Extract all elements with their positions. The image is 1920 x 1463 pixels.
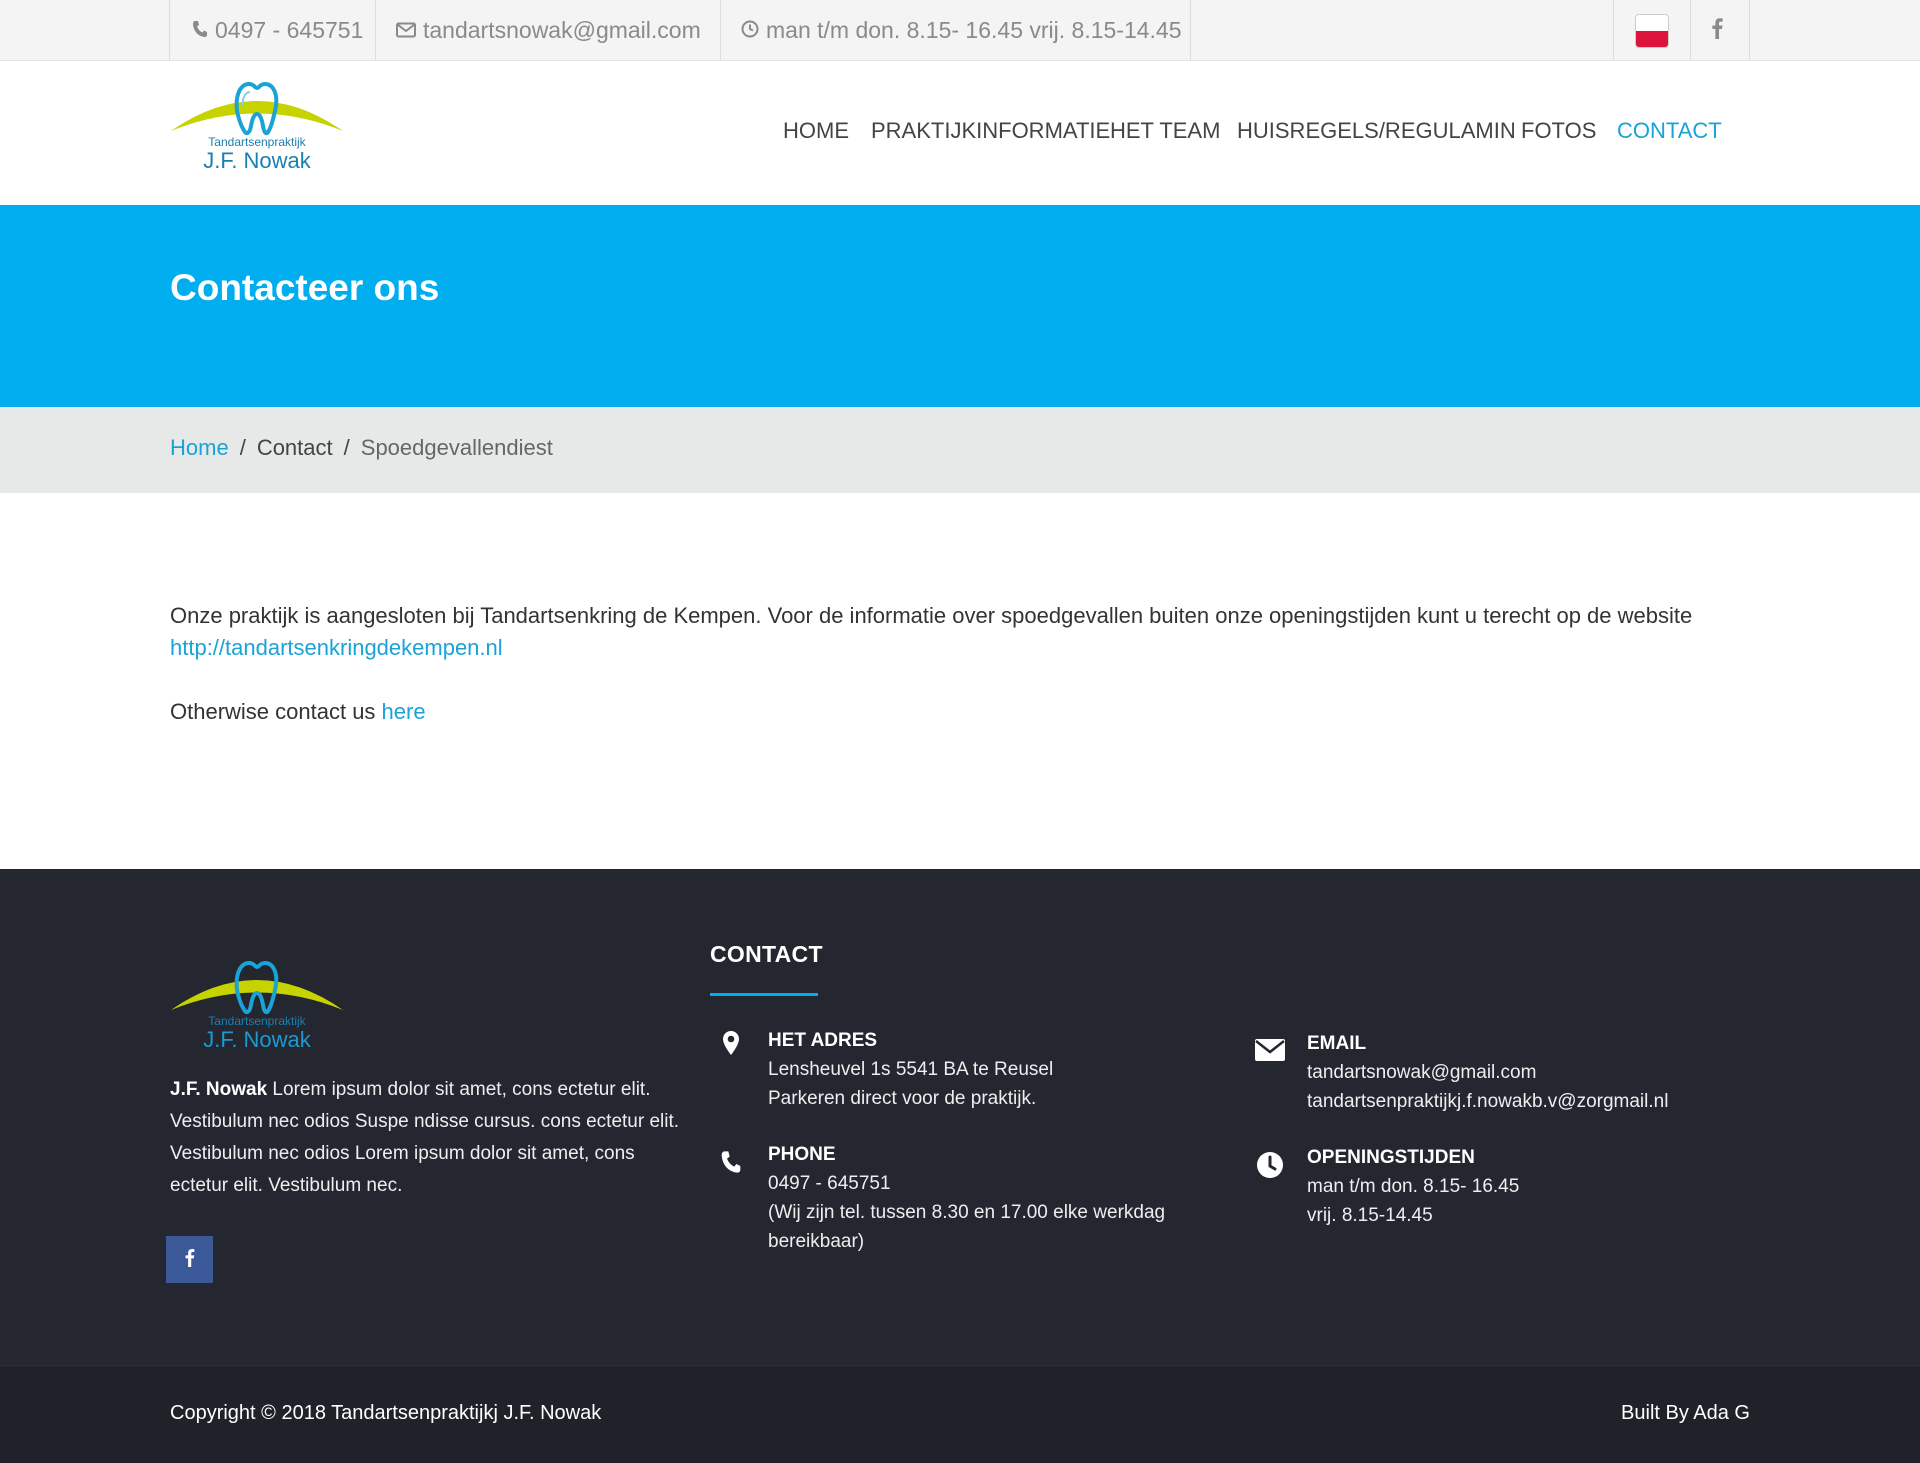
tandartsenkring-link[interactable]: http://tandartsenkringdekempen.nl xyxy=(170,635,503,660)
envelope-icon xyxy=(1253,1039,1287,1061)
phone-icon xyxy=(714,1150,748,1174)
topbar-email-text: tandartsnowak@gmail.com xyxy=(423,17,701,43)
site-footer: Tandartsenpraktijk J.F. Nowak J.F. Nowak… xyxy=(0,869,1920,1365)
map-pin-icon xyxy=(714,1030,748,1056)
topbar-email[interactable]: tandartsnowak@gmail.com xyxy=(375,0,720,61)
footer-about-name: J.F. Nowak xyxy=(170,1079,268,1100)
footer-contact-heading: CONTACT xyxy=(710,941,823,967)
nav-fotos[interactable]: FOTOS xyxy=(1521,118,1596,144)
breadcrumb-contact[interactable]: Contact xyxy=(257,435,333,461)
site-header: Tandartsenpraktijk J.F. Nowak HOME PRAKT… xyxy=(0,61,1920,205)
contact-paragraph: Otherwise contact us here xyxy=(170,696,1750,728)
footer-logo[interactable]: Tandartsenpraktijk J.F. Nowak xyxy=(169,955,345,1055)
breadcrumb-separator: / xyxy=(343,435,350,460)
email-heading: EMAIL xyxy=(1307,1033,1367,1054)
site-logo[interactable]: Tandartsenpraktijk J.F. Nowak xyxy=(169,76,345,176)
clock-icon xyxy=(741,17,766,44)
topbar-phone[interactable]: 0497 - 645751 xyxy=(169,0,375,61)
breadcrumb-bar: Home / Contact / Spoedgevallendiest xyxy=(0,407,1920,493)
address-line1: Lensheuvel 1s 5541 BA te Reusel xyxy=(768,1059,1054,1080)
footer-logo-subtitle: Tandartsenpraktijk xyxy=(208,1014,306,1028)
copyright-text: Copyright © 2018 Tandartsenpraktijkj J.F… xyxy=(170,1402,602,1424)
breadcrumb-current: Spoedgevallendiest xyxy=(360,435,553,460)
email-address-1[interactable]: tandartsnowak@gmail.com xyxy=(1307,1058,1668,1087)
address-line2: Parkeren direct voor de praktijk. xyxy=(768,1088,1037,1109)
emergency-text: Onze praktijk is aangesloten bij Tandart… xyxy=(170,603,1693,628)
footer-bottom-bar: Copyright © 2018 Tandartsenpraktijkj J.F… xyxy=(0,1365,1920,1463)
breadcrumb-home[interactable]: Home xyxy=(170,435,229,461)
address-heading: HET ADRES xyxy=(768,1030,878,1051)
topbar-facebook-link[interactable] xyxy=(1690,0,1750,61)
poland-flag-icon xyxy=(1635,13,1669,48)
language-switcher[interactable] xyxy=(1613,0,1690,61)
breadcrumb-separator: / xyxy=(239,435,246,460)
email-address-2[interactable]: tandartsenpraktijkj.f.nowakb.v@zorgmail.… xyxy=(1307,1087,1668,1116)
logo-subtitle: Tandartsenpraktijk xyxy=(208,135,306,149)
phone-number[interactable]: 0497 - 645751 xyxy=(768,1169,1165,1198)
built-by-text: Built By Ada G xyxy=(1621,1402,1750,1424)
nav-praktijkinformatie[interactable]: PRAKTIJKINFORMATIE xyxy=(871,118,1110,144)
hours-line2: vrij. 8.15-14.45 xyxy=(1307,1205,1433,1226)
main-content: Onze praktijk is aangesloten bij Tandart… xyxy=(170,600,1750,728)
contact-here-link[interactable]: here xyxy=(382,699,426,724)
emergency-paragraph: Onze praktijk is aangesloten bij Tandart… xyxy=(170,600,1750,664)
heading-underline xyxy=(710,993,818,996)
topbar-hours-text: man t/m don. 8.15- 16.45 vrij. 8.15-14.4… xyxy=(766,17,1182,43)
top-bar: 0497 - 645751 tandartsnowak@gmail.com ma… xyxy=(0,0,1920,61)
logo-name: J.F. Nowak xyxy=(203,148,312,173)
page-title: Contacteer ons xyxy=(170,267,440,308)
footer-facebook-button[interactable] xyxy=(166,1236,213,1283)
nav-home[interactable]: HOME xyxy=(783,118,849,144)
contact-text: Otherwise contact us xyxy=(170,699,382,724)
phone-note-line1: (Wij zijn tel. tussen 8.30 en 17.00 elke… xyxy=(768,1202,1166,1223)
clock-icon xyxy=(1253,1151,1287,1179)
topbar-hours: man t/m don. 8.15- 16.45 vrij. 8.15-14.4… xyxy=(720,0,1191,61)
phone-icon xyxy=(192,17,215,44)
topbar-phone-text: 0497 - 645751 xyxy=(215,17,364,43)
page-hero: Contacteer ons xyxy=(0,205,1920,407)
phone-heading: PHONE xyxy=(768,1144,836,1165)
footer-logo-name: J.F. Nowak xyxy=(203,1027,312,1052)
facebook-icon xyxy=(184,1248,195,1272)
nav-het-team[interactable]: HET TEAM xyxy=(1110,118,1220,144)
nav-huisregels[interactable]: HUISREGELS/REGULAMIN xyxy=(1237,118,1516,144)
facebook-icon xyxy=(1711,17,1730,45)
hours-heading: OPENINGSTIJDEN xyxy=(1307,1147,1475,1168)
envelope-icon xyxy=(396,17,423,44)
hours-line1: man t/m don. 8.15- 16.45 xyxy=(1307,1176,1520,1197)
phone-note-line2: bereikbaar) xyxy=(768,1231,865,1252)
breadcrumb: Home / Contact / Spoedgevallendiest xyxy=(170,435,553,461)
nav-contact[interactable]: CONTACT xyxy=(1617,118,1722,144)
footer-about: J.F. Nowak Lorem ipsum dolor sit amet, c… xyxy=(170,1074,680,1202)
